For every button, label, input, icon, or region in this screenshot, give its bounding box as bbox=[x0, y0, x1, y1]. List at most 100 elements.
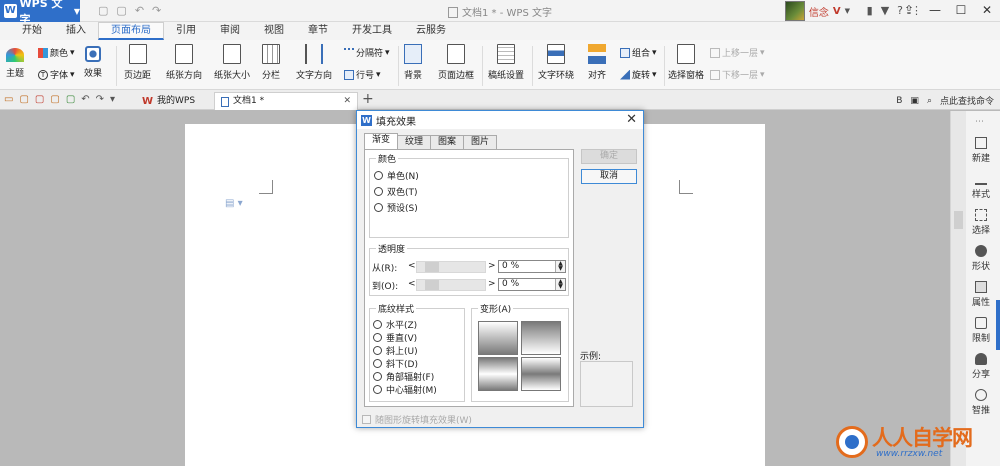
radio-dot[interactable] bbox=[373, 320, 382, 329]
page-border-button[interactable]: 页面边框 bbox=[438, 40, 474, 81]
redo-icon[interactable]: ↷ bbox=[96, 94, 104, 105]
radio-one-color[interactable]: 单色(N) bbox=[374, 169, 419, 182]
paper-size-button[interactable]: 纸张大小 bbox=[214, 40, 250, 81]
dialog-close-button[interactable]: ✕ bbox=[626, 112, 637, 127]
shirt-icon[interactable]: ▼ bbox=[881, 4, 889, 17]
radio-diagonal-up[interactable]: 斜上(U) bbox=[373, 344, 418, 357]
group-button[interactable]: 组合 ▾ bbox=[620, 46, 657, 59]
grid-setup-button[interactable]: 稿纸设置 bbox=[488, 40, 524, 81]
scroll-thumb[interactable] bbox=[954, 211, 963, 229]
from-slider-right-arrow[interactable]: > bbox=[488, 261, 496, 271]
checkbox-box[interactable] bbox=[362, 415, 371, 424]
tab-section[interactable]: 章节 bbox=[296, 22, 340, 40]
variant-swatch[interactable] bbox=[521, 357, 561, 391]
tab-references[interactable]: 引用 bbox=[164, 22, 208, 40]
minimize-button[interactable]: — bbox=[922, 0, 948, 22]
user-area[interactable]: 信念 V ▼ bbox=[784, 1, 850, 21]
sidebar-expand-handle[interactable] bbox=[996, 300, 1000, 350]
paste-options-icon[interactable]: ▤ ▾ bbox=[225, 198, 243, 209]
close-button[interactable]: ✕ bbox=[974, 0, 1000, 22]
tab-page-layout[interactable]: 页面布局 bbox=[98, 22, 164, 40]
chevron-down-icon[interactable]: ▾ bbox=[110, 94, 115, 105]
selection-pane-button[interactable]: 选择窗格 bbox=[668, 40, 704, 81]
rotate-with-shape-checkbox[interactable]: 随图形旋转填充效果(W) bbox=[362, 413, 472, 426]
command-search[interactable]: 点此查找命令 bbox=[940, 94, 994, 107]
slider-thumb[interactable] bbox=[425, 280, 439, 290]
tab-start[interactable]: 开始 bbox=[10, 22, 54, 40]
effect-button[interactable]: 效果 bbox=[84, 40, 102, 79]
sidebar-item-restrict[interactable]: 限制 bbox=[966, 317, 996, 344]
slider-thumb[interactable] bbox=[425, 262, 439, 272]
radio-from-center[interactable]: 中心辐射(M) bbox=[373, 383, 437, 396]
tab-document1[interactable]: 文档1 * ✕ bbox=[214, 92, 358, 110]
cancel-button[interactable]: 取消 bbox=[581, 169, 637, 184]
avatar[interactable] bbox=[784, 1, 805, 21]
user-chevron-icon[interactable]: ▼ bbox=[845, 7, 850, 15]
from-slider[interactable] bbox=[416, 261, 486, 273]
variant-swatch[interactable] bbox=[521, 321, 561, 355]
print-preview-icon[interactable]: ▢ bbox=[66, 94, 75, 105]
print-icon[interactable]: ▢ bbox=[50, 94, 59, 105]
restore-top-icon[interactable]: ⇪ bbox=[896, 0, 922, 22]
separator-button[interactable]: 分隔符 ▾ bbox=[344, 46, 390, 59]
text-direction-button[interactable]: 文字方向 bbox=[296, 40, 332, 81]
orientation-button[interactable]: 纸张方向 bbox=[166, 40, 202, 81]
radio-dot[interactable] bbox=[373, 372, 382, 381]
columns-button[interactable]: 分栏 bbox=[262, 40, 280, 81]
from-slider-left-arrow[interactable]: < bbox=[408, 261, 416, 271]
radio-dot[interactable] bbox=[373, 333, 382, 342]
dialog-title-bar[interactable]: W 填充效果 ✕ bbox=[357, 111, 643, 129]
tab-pattern[interactable]: 图案 bbox=[430, 135, 465, 149]
radio-dot[interactable] bbox=[374, 171, 383, 180]
tab-cloud[interactable]: 云服务 bbox=[404, 22, 458, 40]
radio-diagonal-down[interactable]: 斜下(D) bbox=[373, 357, 418, 370]
sidebar-item-properties[interactable]: 属性 bbox=[966, 281, 996, 308]
to-slider-right-arrow[interactable]: > bbox=[488, 279, 496, 289]
font-button[interactable]: T 字体 ▾ bbox=[38, 68, 75, 81]
to-slider-left-arrow[interactable]: < bbox=[408, 279, 416, 289]
align-button[interactable]: 对齐 bbox=[588, 40, 606, 81]
radio-horizontal[interactable]: 水平(Z) bbox=[373, 318, 417, 331]
tab-view[interactable]: 视图 bbox=[252, 22, 296, 40]
maximize-button[interactable]: ☐ bbox=[948, 0, 974, 22]
font-settings-icon[interactable]: ▣ bbox=[910, 96, 919, 106]
wrap-text-button[interactable]: 文字环绕 bbox=[538, 40, 574, 81]
undo-icon[interactable]: ↶ bbox=[81, 94, 89, 105]
tab-developer[interactable]: 开发工具 bbox=[340, 22, 404, 40]
sidebar-item-style[interactable]: 样式 bbox=[966, 173, 996, 200]
spin-arrows-icon[interactable]: ▲ ▼ bbox=[555, 261, 565, 272]
to-slider[interactable] bbox=[416, 279, 486, 291]
from-value-input[interactable]: 0 % ▲ ▼ bbox=[498, 260, 566, 273]
radio-dot[interactable] bbox=[374, 203, 383, 212]
ok-button[interactable]: 确定 bbox=[581, 149, 637, 164]
theme-button[interactable]: 主题 bbox=[6, 40, 24, 79]
spin-arrows-icon[interactable]: ▲ ▼ bbox=[555, 279, 565, 290]
tab-review[interactable]: 审阅 bbox=[208, 22, 252, 40]
line-numbers-button[interactable]: 行号 ▾ bbox=[344, 68, 381, 81]
tab-picture[interactable]: 图片 bbox=[463, 135, 498, 149]
rotate-button[interactable]: 旋转 ▾ bbox=[620, 68, 657, 81]
sidebar-item-new[interactable]: 新建 bbox=[966, 137, 996, 164]
open-folder-icon[interactable]: ▭ bbox=[4, 94, 13, 105]
save-icon[interactable]: ▢ bbox=[19, 94, 28, 105]
variant-swatch[interactable] bbox=[478, 357, 518, 391]
radio-from-corner[interactable]: 角部辐射(F) bbox=[373, 370, 434, 383]
radio-vertical[interactable]: 垂直(V) bbox=[373, 331, 417, 344]
export-pdf-icon[interactable]: ▢ bbox=[35, 94, 44, 105]
radio-dot[interactable] bbox=[374, 187, 383, 196]
sidebar-item-share[interactable]: 分享 bbox=[966, 353, 996, 380]
tab-gradient[interactable]: 渐变 bbox=[364, 133, 399, 149]
radio-preset[interactable]: 预设(S) bbox=[374, 201, 418, 214]
sidebar-item-recommend[interactable]: 智推 bbox=[966, 389, 996, 416]
search-icon[interactable]: ⌕ bbox=[927, 96, 932, 106]
user-name[interactable]: 信念 bbox=[809, 4, 829, 19]
close-tab-icon[interactable]: ✕ bbox=[343, 93, 351, 110]
color-button[interactable]: 颜色 ▾ bbox=[38, 46, 75, 59]
sidebar-item-shape[interactable]: 形状 bbox=[966, 245, 996, 272]
skin-icon[interactable]: ▮ bbox=[867, 4, 873, 17]
margin-button[interactable]: 页边距 bbox=[124, 40, 151, 81]
add-tab-button[interactable]: + bbox=[362, 91, 374, 107]
radio-dot[interactable] bbox=[373, 385, 382, 394]
tab-texture[interactable]: 纹理 bbox=[397, 135, 432, 149]
bold-icon[interactable]: B bbox=[896, 96, 902, 106]
